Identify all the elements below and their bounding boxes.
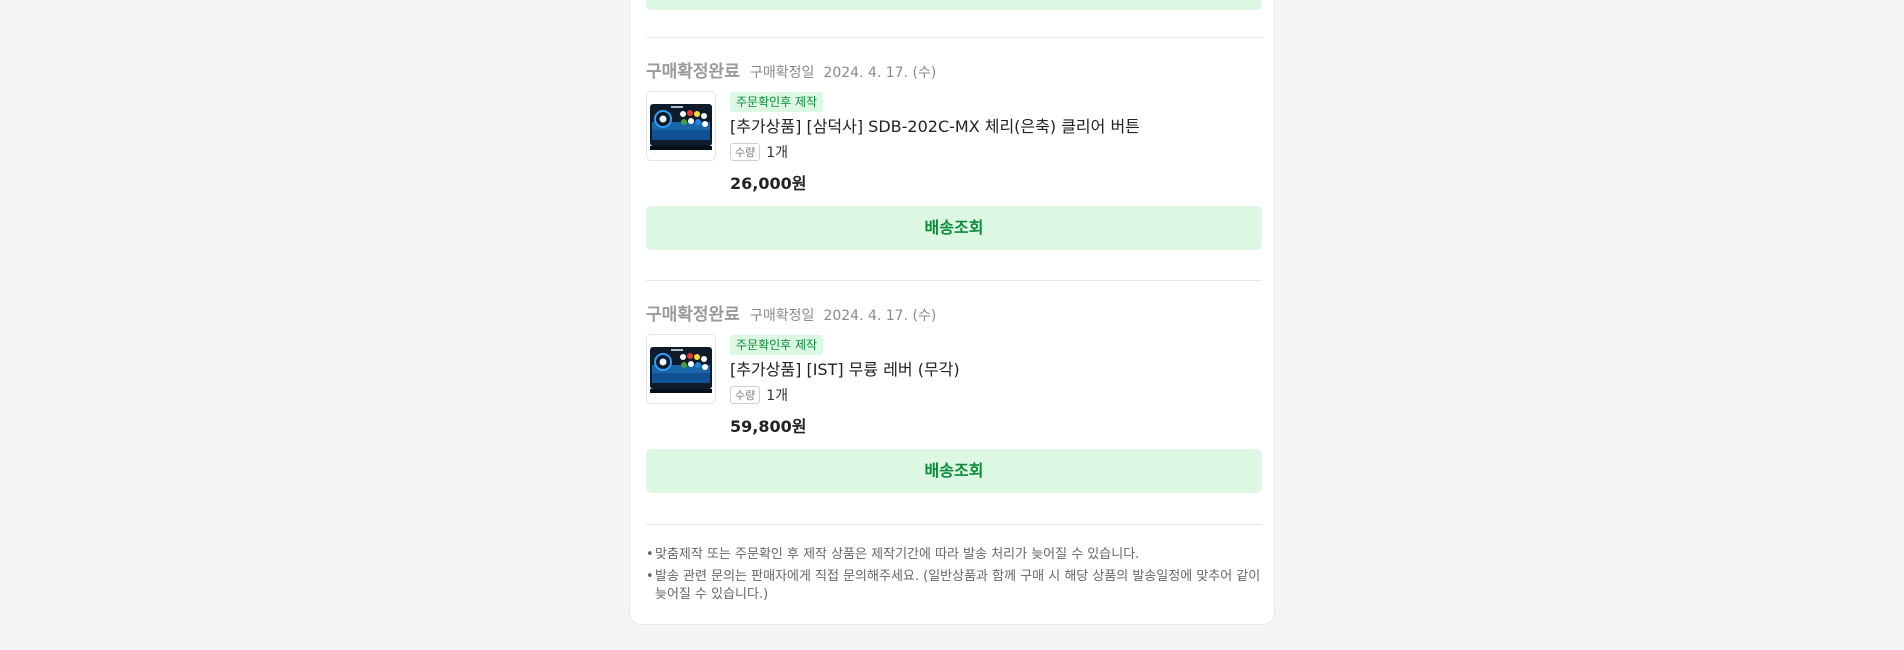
product-name[interactable]: [추가상품] [삼덕사] SDB-202C-MX 체리(은축) 클리어 버튼 — [730, 116, 1250, 138]
quantity-tag: 수량 — [730, 143, 761, 161]
quantity-row: 수량 1개 — [730, 142, 1250, 162]
product-info: 주문확인후 제작 [추가상품] [IST] 무륭 레버 (무각) 수량 1개 5… — [730, 334, 1250, 437]
previous-track-button[interactable] — [646, 0, 1262, 10]
quantity-value: 1개 — [766, 145, 789, 161]
divider — [646, 524, 1262, 525]
made-to-order-badge: 주문확인후 제작 — [730, 335, 824, 355]
product-thumbnail[interactable] — [646, 91, 716, 161]
track-delivery-button[interactable]: 배송조회 — [646, 206, 1262, 250]
note-text: 맞춤제작 또는 주문확인 후 제작 상품은 제작기간에 따라 발송 처리가 늦어… — [655, 547, 1140, 562]
product-info: 주문확인후 제작 [추가상품] [삼덕사] SDB-202C-MX 체리(은축)… — [730, 91, 1250, 194]
order-item: 구매확정완료 구매확정일 2024. 4. 17. (수) 주문확인후 제작 [… — [646, 57, 1262, 252]
order-item: 구매확정완료 구매확정일 2024. 4. 17. (수) 주문확인후 제작 [… — [646, 300, 1262, 495]
order-status-line: 구매확정완료 구매확정일 2024. 4. 17. (수) — [646, 57, 936, 82]
divider — [646, 37, 1262, 38]
divider — [646, 280, 1262, 281]
arcade-controller-icon — [647, 92, 715, 160]
note-item: • 발송 관련 문의는 판매자에게 직접 문의해주세요. (일반상품과 함께 구… — [646, 568, 1262, 604]
product-thumbnail[interactable] — [646, 334, 716, 404]
confirm-date-label: 구매확정일 — [749, 65, 815, 81]
shipping-notes: • 맞춤제작 또는 주문확인 후 제작 상품은 제작기간에 따라 발송 처리가 … — [646, 546, 1262, 608]
made-to-order-badge: 주문확인후 제작 — [730, 92, 824, 112]
note-item: • 맞춤제작 또는 주문확인 후 제작 상품은 제작기간에 따라 발송 처리가 … — [646, 546, 1262, 564]
product-price: 26,000원 — [730, 174, 807, 193]
confirm-date-label: 구매확정일 — [749, 308, 815, 324]
track-delivery-button[interactable]: 배송조회 — [646, 449, 1262, 493]
confirm-date: 2024. 4. 17. (수) — [823, 308, 937, 324]
quantity-tag: 수량 — [730, 386, 761, 404]
product-name[interactable]: [추가상품] [IST] 무륭 레버 (무각) — [730, 359, 1250, 381]
bullet: • — [646, 569, 654, 584]
bullet: • — [646, 547, 654, 562]
confirm-date: 2024. 4. 17. (수) — [823, 65, 937, 81]
order-detail-card: 구매확정완료 구매확정일 2024. 4. 17. (수) 주문확인후 제작 [… — [629, 0, 1275, 625]
note-text: 발송 관련 문의는 판매자에게 직접 문의해주세요. (일반상품과 함께 구매 … — [655, 569, 1261, 602]
quantity-value: 1개 — [766, 388, 789, 404]
order-status-line: 구매확정완료 구매확정일 2024. 4. 17. (수) — [646, 300, 936, 325]
order-status: 구매확정완료 — [646, 62, 740, 82]
product-price: 59,800원 — [730, 417, 807, 436]
quantity-row: 수량 1개 — [730, 385, 1250, 405]
order-status: 구매확정완료 — [646, 305, 740, 325]
arcade-controller-icon — [647, 335, 715, 403]
